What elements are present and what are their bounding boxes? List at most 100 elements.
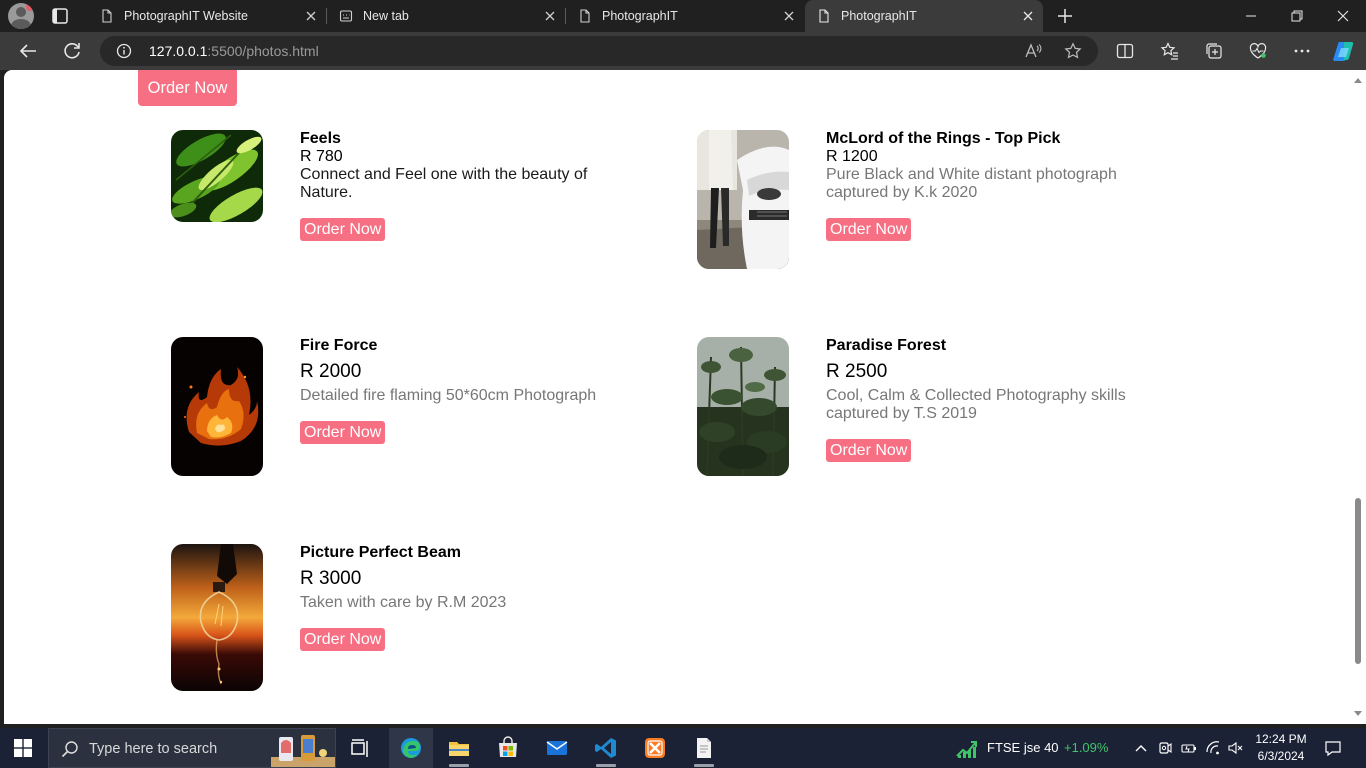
file-explorer-icon[interactable] [437,728,481,768]
split-screen-icon[interactable] [1115,41,1135,61]
browser-tab-strip: PhotographIT Website New tab PhotographI… [0,0,1366,32]
new-tab-plus-icon[interactable] [1055,6,1075,26]
tab-label: PhotographIT [602,9,678,23]
page-scrollbar[interactable] [1350,70,1366,724]
more-options-icon[interactable] [1292,41,1312,61]
scrollbar-thumb[interactable] [1355,498,1361,664]
product-card-mclord-of-the-rings: McLord of the Rings - Top Pick R 1200 Pu… [697,130,1167,310]
stock-chart-icon [955,736,979,760]
close-tab-icon[interactable] [782,9,796,23]
read-aloud-icon[interactable] [1024,42,1042,60]
light-bulb-sunset-photo [171,544,263,691]
scroll-down-arrow-icon[interactable] [1354,711,1362,716]
new-tab-page-icon [339,9,353,23]
scroll-up-arrow-icon[interactable] [1354,78,1362,83]
product-description: Detailed fire flaming 50*60cm Photograph [300,387,597,404]
browser-toolbar: 127.0.0.1:5500/photos.html [0,32,1366,70]
top-order-now-button[interactable]: Order Now [138,70,237,106]
copilot-icon[interactable] [1332,39,1356,63]
url-path: :5500/photos.html [207,43,319,59]
product-name: Paradise Forest [826,337,947,354]
order-now-button[interactable]: Order Now [826,218,912,241]
order-now-button[interactable]: Order Now [300,421,386,444]
restore-window-icon[interactable] [1274,0,1320,32]
page-icon [578,9,592,23]
site-info-icon[interactable] [116,43,132,59]
page-icon [100,9,114,23]
profile-avatar-icon[interactable] [8,3,34,29]
product-info: Paradise Forest R 2500 Cool, Calm & Coll… [826,337,1156,462]
forest-plants-photo [697,337,789,476]
product-description: Connect and Feel one with the beauty of … [300,166,588,201]
product-price: R 3000 [300,568,362,589]
refresh-icon[interactable] [60,39,84,63]
favorite-star-icon[interactable] [1064,42,1082,60]
product-name: Fire Force [300,337,378,354]
clock-date: 6/3/2024 [1257,749,1305,763]
page-viewport: Order Now Feels R 780 Connect and Feel o… [4,70,1366,724]
order-now-button[interactable]: Order Now [300,628,386,651]
minimize-window-icon[interactable] [1228,0,1274,32]
green-leaves-photo [171,130,263,222]
search-placeholder: Type here to search [89,741,218,757]
car-and-person-photo [697,130,789,269]
mail-icon[interactable] [535,728,579,768]
system-clock[interactable]: 12:24 PM 6/3/2024 [1250,731,1312,765]
product-price: R 1200 [826,148,878,165]
fire-flames-photo [171,337,263,476]
taskbar-search-box[interactable]: Type here to search [48,728,336,768]
product-price: R 2500 [826,361,888,382]
product-info: Picture Perfect Beam R 3000 Taken with c… [300,544,630,651]
tab-photographit-active[interactable]: PhotographIT [805,0,1043,32]
product-card-picture-perfect-beam: Picture Perfect Beam R 3000 Taken with c… [171,544,641,724]
xampp-icon[interactable] [633,728,677,768]
address-bar[interactable]: 127.0.0.1:5500/photos.html [100,36,1098,66]
tab-photographit-website[interactable]: PhotographIT Website [88,0,326,32]
tab-label: PhotographIT [841,9,917,23]
favorites-icon[interactable] [1160,41,1180,61]
battery-icon[interactable] [1181,740,1197,756]
product-price: R 2000 [300,361,362,382]
stock-change: +1.09% [1064,740,1109,755]
close-tab-icon[interactable] [543,9,557,23]
close-tab-icon[interactable] [304,9,318,23]
tab-actions-icon[interactable] [48,6,72,26]
meet-now-icon[interactable] [1157,740,1173,756]
search-highlight-illustration-icon[interactable] [271,731,335,767]
microsoft-store-icon[interactable] [486,728,530,768]
product-description: Cool, Calm & Collected Photography skill… [826,387,1126,422]
edge-browser-taskbar-icon[interactable] [389,728,433,768]
tab-label: PhotographIT Website [124,9,248,23]
show-hidden-icons-chevron-icon[interactable] [1133,740,1149,756]
windows-taskbar: Type here to search FTSE jse 40 +1.09% 1… [0,728,1366,768]
product-card-feels: Feels R 780 Connect and Feel one with th… [171,130,641,310]
back-arrow-icon[interactable] [16,39,40,63]
collections-icon[interactable] [1204,41,1224,61]
vscode-icon[interactable] [584,728,628,768]
notification-center-icon[interactable] [1324,739,1342,757]
volume-muted-icon[interactable] [1227,740,1243,756]
close-tab-icon[interactable] [1021,9,1035,23]
order-now-button[interactable]: Order Now [300,218,386,241]
url-text[interactable]: 127.0.0.1:5500/photos.html [149,43,319,59]
windows-start-icon[interactable] [14,739,32,757]
stock-name: FTSE jse 40 [987,740,1059,755]
product-description: Taken with care by R.M 2023 [300,594,507,611]
wifi-icon[interactable] [1205,740,1221,756]
product-price: R 780 [300,148,343,165]
product-info: McLord of the Rings - Top Pick R 1200 Pu… [826,130,1156,241]
product-card-paradise-forest: Paradise Forest R 2500 Cool, Calm & Coll… [697,337,1167,517]
product-name: Feels [300,130,341,147]
product-name: Picture Perfect Beam [300,544,461,561]
product-description: Pure Black and White distant photograph … [826,166,1117,201]
tab-new-tab[interactable]: New tab [327,0,565,32]
notepad-icon[interactable] [682,728,726,768]
task-view-icon[interactable] [338,728,382,768]
browser-essentials-icon[interactable] [1248,41,1268,61]
close-window-icon[interactable] [1320,0,1366,32]
search-icon [61,740,79,758]
page-icon [817,9,831,23]
order-now-button[interactable]: Order Now [826,439,912,462]
product-info: Feels R 780 Connect and Feel one with th… [300,130,630,241]
tab-photographit[interactable]: PhotographIT [566,0,804,32]
